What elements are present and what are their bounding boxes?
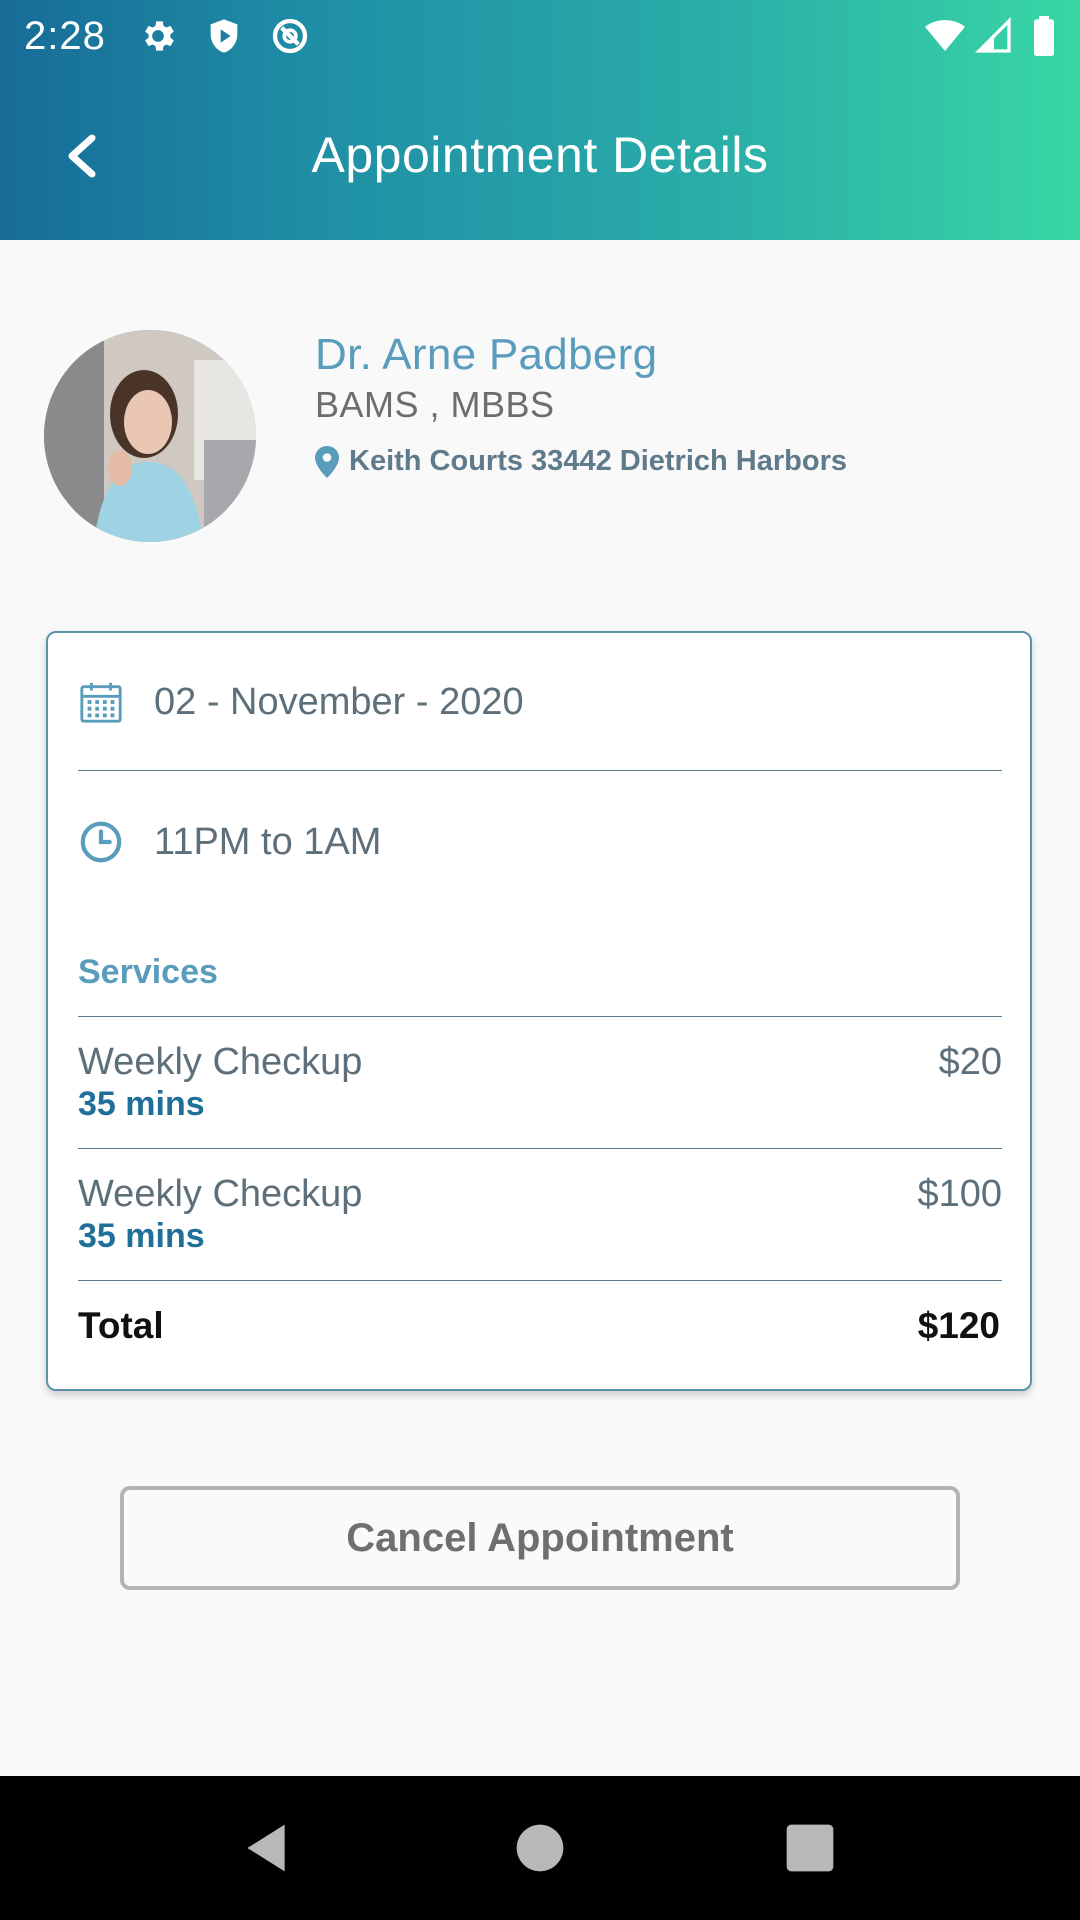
nav-recents-icon[interactable] xyxy=(782,1820,838,1876)
clock-icon xyxy=(80,821,122,863)
wifi-icon xyxy=(925,20,965,51)
header: 2:28 Appointment Details xyxy=(0,0,1080,240)
divider xyxy=(78,770,1002,771)
service-duration: 35 mins xyxy=(78,1085,205,1123)
appointment-card: 02 - November - 2020 11PM to 1AM Service… xyxy=(46,631,1032,1391)
page-title: Appointment Details xyxy=(311,127,769,183)
divider xyxy=(78,1280,1002,1281)
appointment-time-row: 11PM to 1AM xyxy=(78,819,381,865)
location-pin-icon xyxy=(315,445,339,478)
vpn-icon xyxy=(272,18,308,54)
service-price: $100 xyxy=(917,1173,1002,1215)
calendar-icon xyxy=(80,682,122,723)
shield-play-icon xyxy=(210,19,238,53)
doctor-address: Keith Courts 33442 Dietrich Harbors xyxy=(315,445,847,478)
doctor-name: Dr. Arne Padberg xyxy=(315,330,658,379)
status-time: 2:28 xyxy=(24,14,106,58)
service-duration: 35 mins xyxy=(78,1217,205,1255)
doctor-photo xyxy=(44,330,256,542)
doctor-degree: BAMS , MBBS xyxy=(315,384,555,425)
status-bar: 2:28 xyxy=(0,0,1080,72)
appointment-date: 02 - November - 2020 xyxy=(154,680,524,723)
service-name: Weekly Checkup xyxy=(78,1173,363,1215)
services-label: Services xyxy=(78,953,218,991)
nav-home-icon[interactable] xyxy=(512,1820,568,1876)
appointment-time: 11PM to 1AM xyxy=(154,820,382,863)
toolbar: Appointment Details xyxy=(0,100,1080,212)
service-item: Weekly Checkup 35 mins $100 xyxy=(78,1173,1002,1273)
total-value: $120 xyxy=(917,1305,1000,1346)
service-name: Weekly Checkup xyxy=(78,1041,363,1083)
battery-icon xyxy=(1034,16,1054,56)
nav-back-icon[interactable] xyxy=(238,1820,294,1876)
divider xyxy=(78,1148,1002,1149)
gear-icon xyxy=(145,21,174,51)
appointment-date-row: 02 - November - 2020 xyxy=(78,679,524,725)
divider xyxy=(78,1016,1002,1017)
total-label: Total xyxy=(78,1305,164,1346)
service-price: $20 xyxy=(938,1041,1002,1083)
system-nav-bar xyxy=(0,1776,1080,1920)
cancel-appointment-button[interactable]: Cancel Appointment xyxy=(120,1486,960,1590)
app-root: 2:28 Appointment Details Dr. Arne Padber… xyxy=(0,0,1080,1920)
doctor-avatar xyxy=(44,330,256,542)
signal-icon xyxy=(974,16,1011,53)
doctor-address-text: Keith Courts 33442 Dietrich Harbors xyxy=(349,445,847,477)
service-item: Weekly Checkup 35 mins $20 xyxy=(78,1041,1002,1141)
